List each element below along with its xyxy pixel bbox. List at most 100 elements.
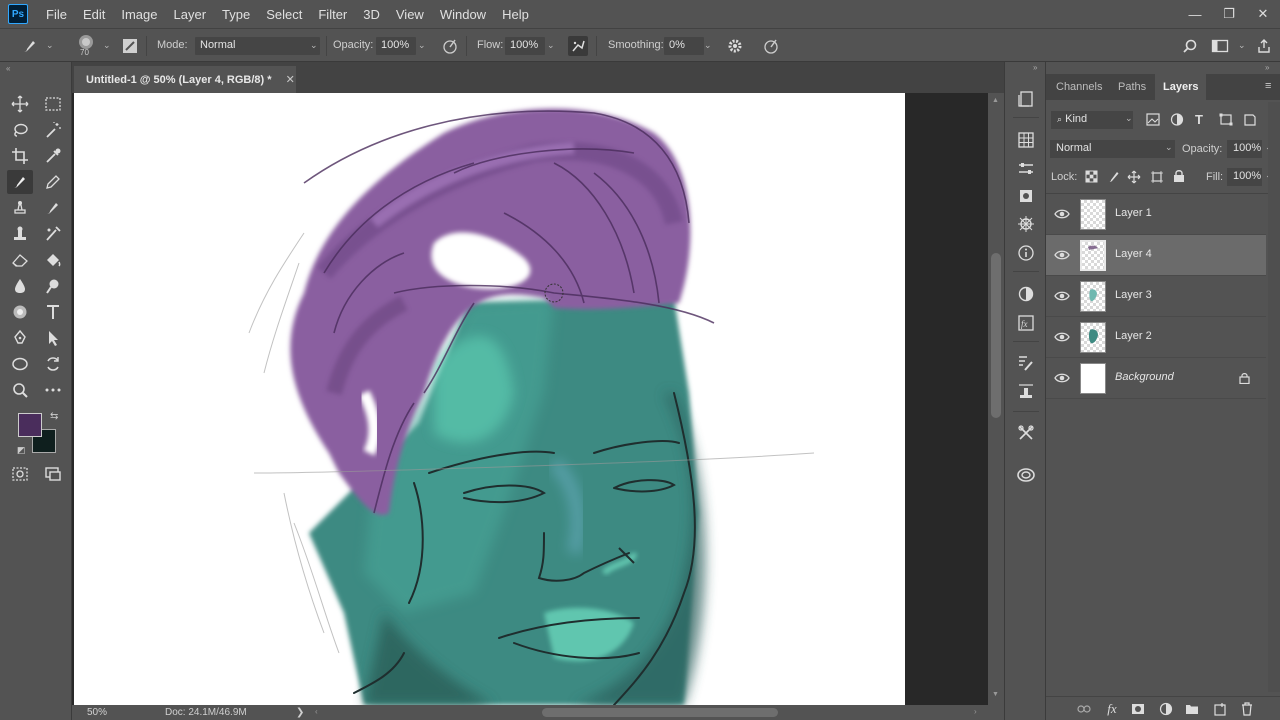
workspace-chevron-icon[interactable]: ⌄	[1238, 40, 1246, 51]
more-tools-icon[interactable]	[40, 378, 66, 402]
info-panel-icon[interactable]	[1016, 243, 1036, 263]
pressure-size-icon[interactable]	[761, 36, 781, 56]
lasso-tool-icon[interactable]	[7, 118, 33, 142]
swap-colors-icon[interactable]: ⇆	[50, 411, 58, 422]
path-selection-tool-icon[interactable]	[40, 326, 66, 350]
vertical-scroll-thumb[interactable]	[991, 253, 1001, 418]
collapse-toolbar-icon[interactable]: «	[6, 64, 10, 73]
filter-shape-icon[interactable]	[1219, 113, 1233, 126]
flow-chevron-icon[interactable]: ⌄	[547, 40, 555, 51]
menu-3d[interactable]: 3D	[363, 7, 380, 22]
document-canvas[interactable]	[74, 93, 905, 705]
art-history-brush-tool-icon[interactable]	[40, 222, 66, 246]
canvas-area[interactable]	[72, 93, 988, 705]
dodge-tool-icon[interactable]	[40, 274, 66, 298]
filter-smart-object-icon[interactable]	[1243, 113, 1257, 126]
menu-select[interactable]: Select	[266, 7, 302, 22]
mixer-brush-tool-icon[interactable]	[7, 300, 33, 324]
close-document-icon[interactable]: ✕	[286, 73, 295, 86]
history-panel-icon[interactable]	[1016, 89, 1036, 109]
clone-source-panel-icon[interactable]	[1016, 382, 1036, 402]
default-colors-icon[interactable]: ◩	[17, 445, 26, 456]
creative-cloud-icon[interactable]	[1016, 465, 1036, 485]
workspace-icon[interactable]	[1210, 36, 1230, 56]
blend-mode-chevron-icon[interactable]: ⌄	[1165, 142, 1173, 153]
layer-row-layer-4[interactable]: Layer 4	[1046, 235, 1266, 276]
styles-panel-icon[interactable]: fx	[1016, 313, 1036, 333]
visibility-eye-icon[interactable]	[1054, 371, 1070, 385]
brush-tool-icon[interactable]	[20, 36, 40, 56]
layer-row-layer-3[interactable]: Layer 3	[1046, 276, 1266, 317]
menu-filter[interactable]: Filter	[318, 7, 347, 22]
collapse-panel-icon[interactable]: »	[1265, 63, 1269, 72]
document-tab[interactable]: Untitled-1 @ 50% (Layer 4, RGB/8) * ✕	[74, 66, 296, 93]
brush-settings-panel-icon[interactable]	[1016, 353, 1036, 373]
brush-tool-icon[interactable]	[7, 170, 33, 194]
move-tool-icon[interactable]	[7, 92, 33, 116]
lock-pixels-icon[interactable]	[1107, 170, 1120, 183]
adjustment-layer-icon[interactable]	[1158, 701, 1174, 717]
scroll-left-icon[interactable]: ‹	[315, 707, 318, 716]
tab-paths[interactable]: Paths	[1110, 74, 1154, 100]
collapse-dock-icon[interactable]: »	[1033, 63, 1037, 72]
opacity-field[interactable]: 100%	[376, 37, 416, 55]
restore-button[interactable]: ❐	[1212, 0, 1246, 28]
layer-style-icon[interactable]: fx	[1104, 701, 1120, 717]
magic-wand-tool-icon[interactable]	[40, 118, 66, 142]
smoothing-chevron-icon[interactable]: ⌄	[704, 40, 712, 51]
close-button[interactable]: ✕	[1246, 0, 1280, 28]
new-group-icon[interactable]	[1184, 701, 1200, 717]
tool-preset-chevron-icon[interactable]: ⌄	[46, 40, 54, 51]
add-mask-icon[interactable]	[1130, 701, 1146, 717]
pencil-tool-icon[interactable]	[40, 170, 66, 194]
layer-opacity-field[interactable]: 100%	[1227, 140, 1262, 158]
libraries-panel-icon[interactable]	[1016, 186, 1036, 206]
mode-chevron-icon[interactable]: ⌄	[310, 40, 318, 51]
3d-panel-icon[interactable]	[1016, 214, 1036, 234]
filter-kind-select[interactable]: ⌕ Kind	[1051, 111, 1133, 129]
marquee-tool-icon[interactable]	[40, 92, 66, 116]
link-layers-icon[interactable]	[1076, 701, 1092, 717]
scroll-right-icon[interactable]: ›	[974, 707, 977, 716]
paint-bucket-tool-icon[interactable]	[40, 248, 66, 272]
menu-image[interactable]: Image	[121, 7, 157, 22]
filter-pixel-icon[interactable]	[1146, 113, 1160, 126]
brush-settings-icon[interactable]	[120, 36, 140, 56]
blend-mode-select[interactable]: Normal	[1050, 140, 1175, 158]
lock-position-icon[interactable]	[1127, 170, 1141, 184]
visibility-eye-icon[interactable]	[1054, 248, 1070, 262]
menu-view[interactable]: View	[396, 7, 424, 22]
minimize-button[interactable]: —	[1178, 0, 1212, 28]
layer-row-background[interactable]: Background	[1046, 358, 1266, 399]
history-brush-tool-icon[interactable]	[40, 196, 66, 220]
layer-row-layer-2[interactable]: Layer 2	[1046, 317, 1266, 358]
menu-window[interactable]: Window	[440, 7, 486, 22]
ellipse-tool-icon[interactable]	[7, 352, 33, 376]
brush-preset-chevron-icon[interactable]: ⌄	[103, 40, 111, 51]
screen-mode-icon[interactable]	[40, 462, 66, 486]
properties-panel-icon[interactable]	[1016, 284, 1036, 304]
delete-layer-icon[interactable]	[1239, 701, 1255, 717]
airbrush-icon[interactable]	[568, 36, 588, 56]
filter-adjustment-icon[interactable]	[1170, 113, 1184, 126]
swatches-panel-icon[interactable]	[1016, 130, 1036, 150]
scroll-down-icon[interactable]: ▼	[992, 691, 999, 698]
lock-artboard-icon[interactable]	[1150, 170, 1164, 184]
scroll-up-icon[interactable]: ▲	[992, 97, 999, 104]
rotate-view-tool-icon[interactable]	[40, 352, 66, 376]
visibility-eye-icon[interactable]	[1054, 330, 1070, 344]
adjustments-panel-icon[interactable]	[1016, 159, 1036, 179]
layers-scrollbar[interactable]	[1268, 102, 1280, 692]
search-icon[interactable]	[1180, 36, 1200, 56]
share-icon[interactable]	[1254, 36, 1274, 56]
menu-layer[interactable]: Layer	[174, 7, 207, 22]
foreground-color-overlay[interactable]	[18, 413, 42, 437]
type-tool-icon[interactable]	[40, 300, 66, 324]
crop-tool-icon[interactable]	[7, 144, 33, 168]
status-menu-icon[interactable]: ❯	[296, 707, 304, 718]
zoom-level[interactable]: 50%	[87, 707, 107, 718]
visibility-eye-icon[interactable]	[1054, 289, 1070, 303]
zoom-tool-icon[interactable]	[7, 378, 33, 402]
tools-presets-panel-icon[interactable]	[1016, 423, 1036, 443]
pressure-opacity-icon[interactable]	[440, 36, 460, 56]
